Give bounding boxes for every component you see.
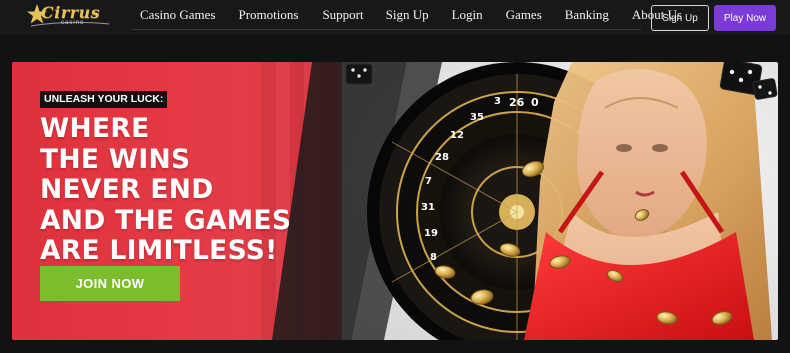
- join-now-button[interactable]: JOIN NOW: [40, 266, 180, 301]
- headline: WHERE THE WINS NEVER END AND THE GAMES A…: [40, 113, 360, 267]
- nav-promotions[interactable]: Promotions: [238, 7, 298, 23]
- headline-line: THE WINS: [40, 143, 191, 175]
- wheel-number: 0: [531, 96, 539, 109]
- headline-line: AND THE GAMES: [40, 204, 292, 236]
- model-image: [524, 62, 772, 340]
- headline-line: WHERE: [40, 113, 150, 144]
- site-header: Cirrus casino Casino Games Promotions Su…: [0, 0, 790, 35]
- nav-banking[interactable]: Banking: [565, 7, 609, 23]
- tagline: UNLEASH YOUR LUCK:: [40, 91, 168, 108]
- nav-login[interactable]: Login: [452, 7, 483, 23]
- headline-line: NEVER END: [40, 174, 214, 205]
- wheel-number: 8: [430, 252, 437, 263]
- wheel-number: 19: [424, 228, 438, 239]
- nav-support[interactable]: Support: [322, 7, 363, 23]
- nav-casino-games[interactable]: Casino Games: [140, 7, 215, 23]
- hero-banner[interactable]: 3 26 0 35 12 28 7 31 19 8 UNLEASH YOUR L…: [12, 62, 778, 340]
- signup-button[interactable]: Sign Up: [651, 5, 709, 31]
- nav-games[interactable]: Games: [506, 7, 542, 23]
- main-nav: Casino Games Promotions Support Sign Up …: [129, 0, 682, 30]
- nav-divider: [132, 29, 641, 30]
- wheel-number: 31: [421, 202, 435, 213]
- wheel-number: 35: [470, 112, 484, 123]
- play-now-button[interactable]: Play Now: [714, 5, 776, 31]
- wheel-number: 26: [509, 96, 525, 109]
- wheel-number: 28: [435, 152, 449, 163]
- wheel-number: 12: [450, 130, 464, 141]
- site-logo[interactable]: Cirrus casino: [27, 2, 111, 30]
- headline-line: ARE LIMITLESS!: [40, 235, 278, 266]
- wheel-number: 3: [494, 96, 501, 107]
- logo-subtext: casino: [61, 20, 85, 26]
- dice-icon: [345, 63, 373, 85]
- wheel-number: 7: [425, 176, 432, 187]
- nav-sign-up[interactable]: Sign Up: [386, 7, 429, 23]
